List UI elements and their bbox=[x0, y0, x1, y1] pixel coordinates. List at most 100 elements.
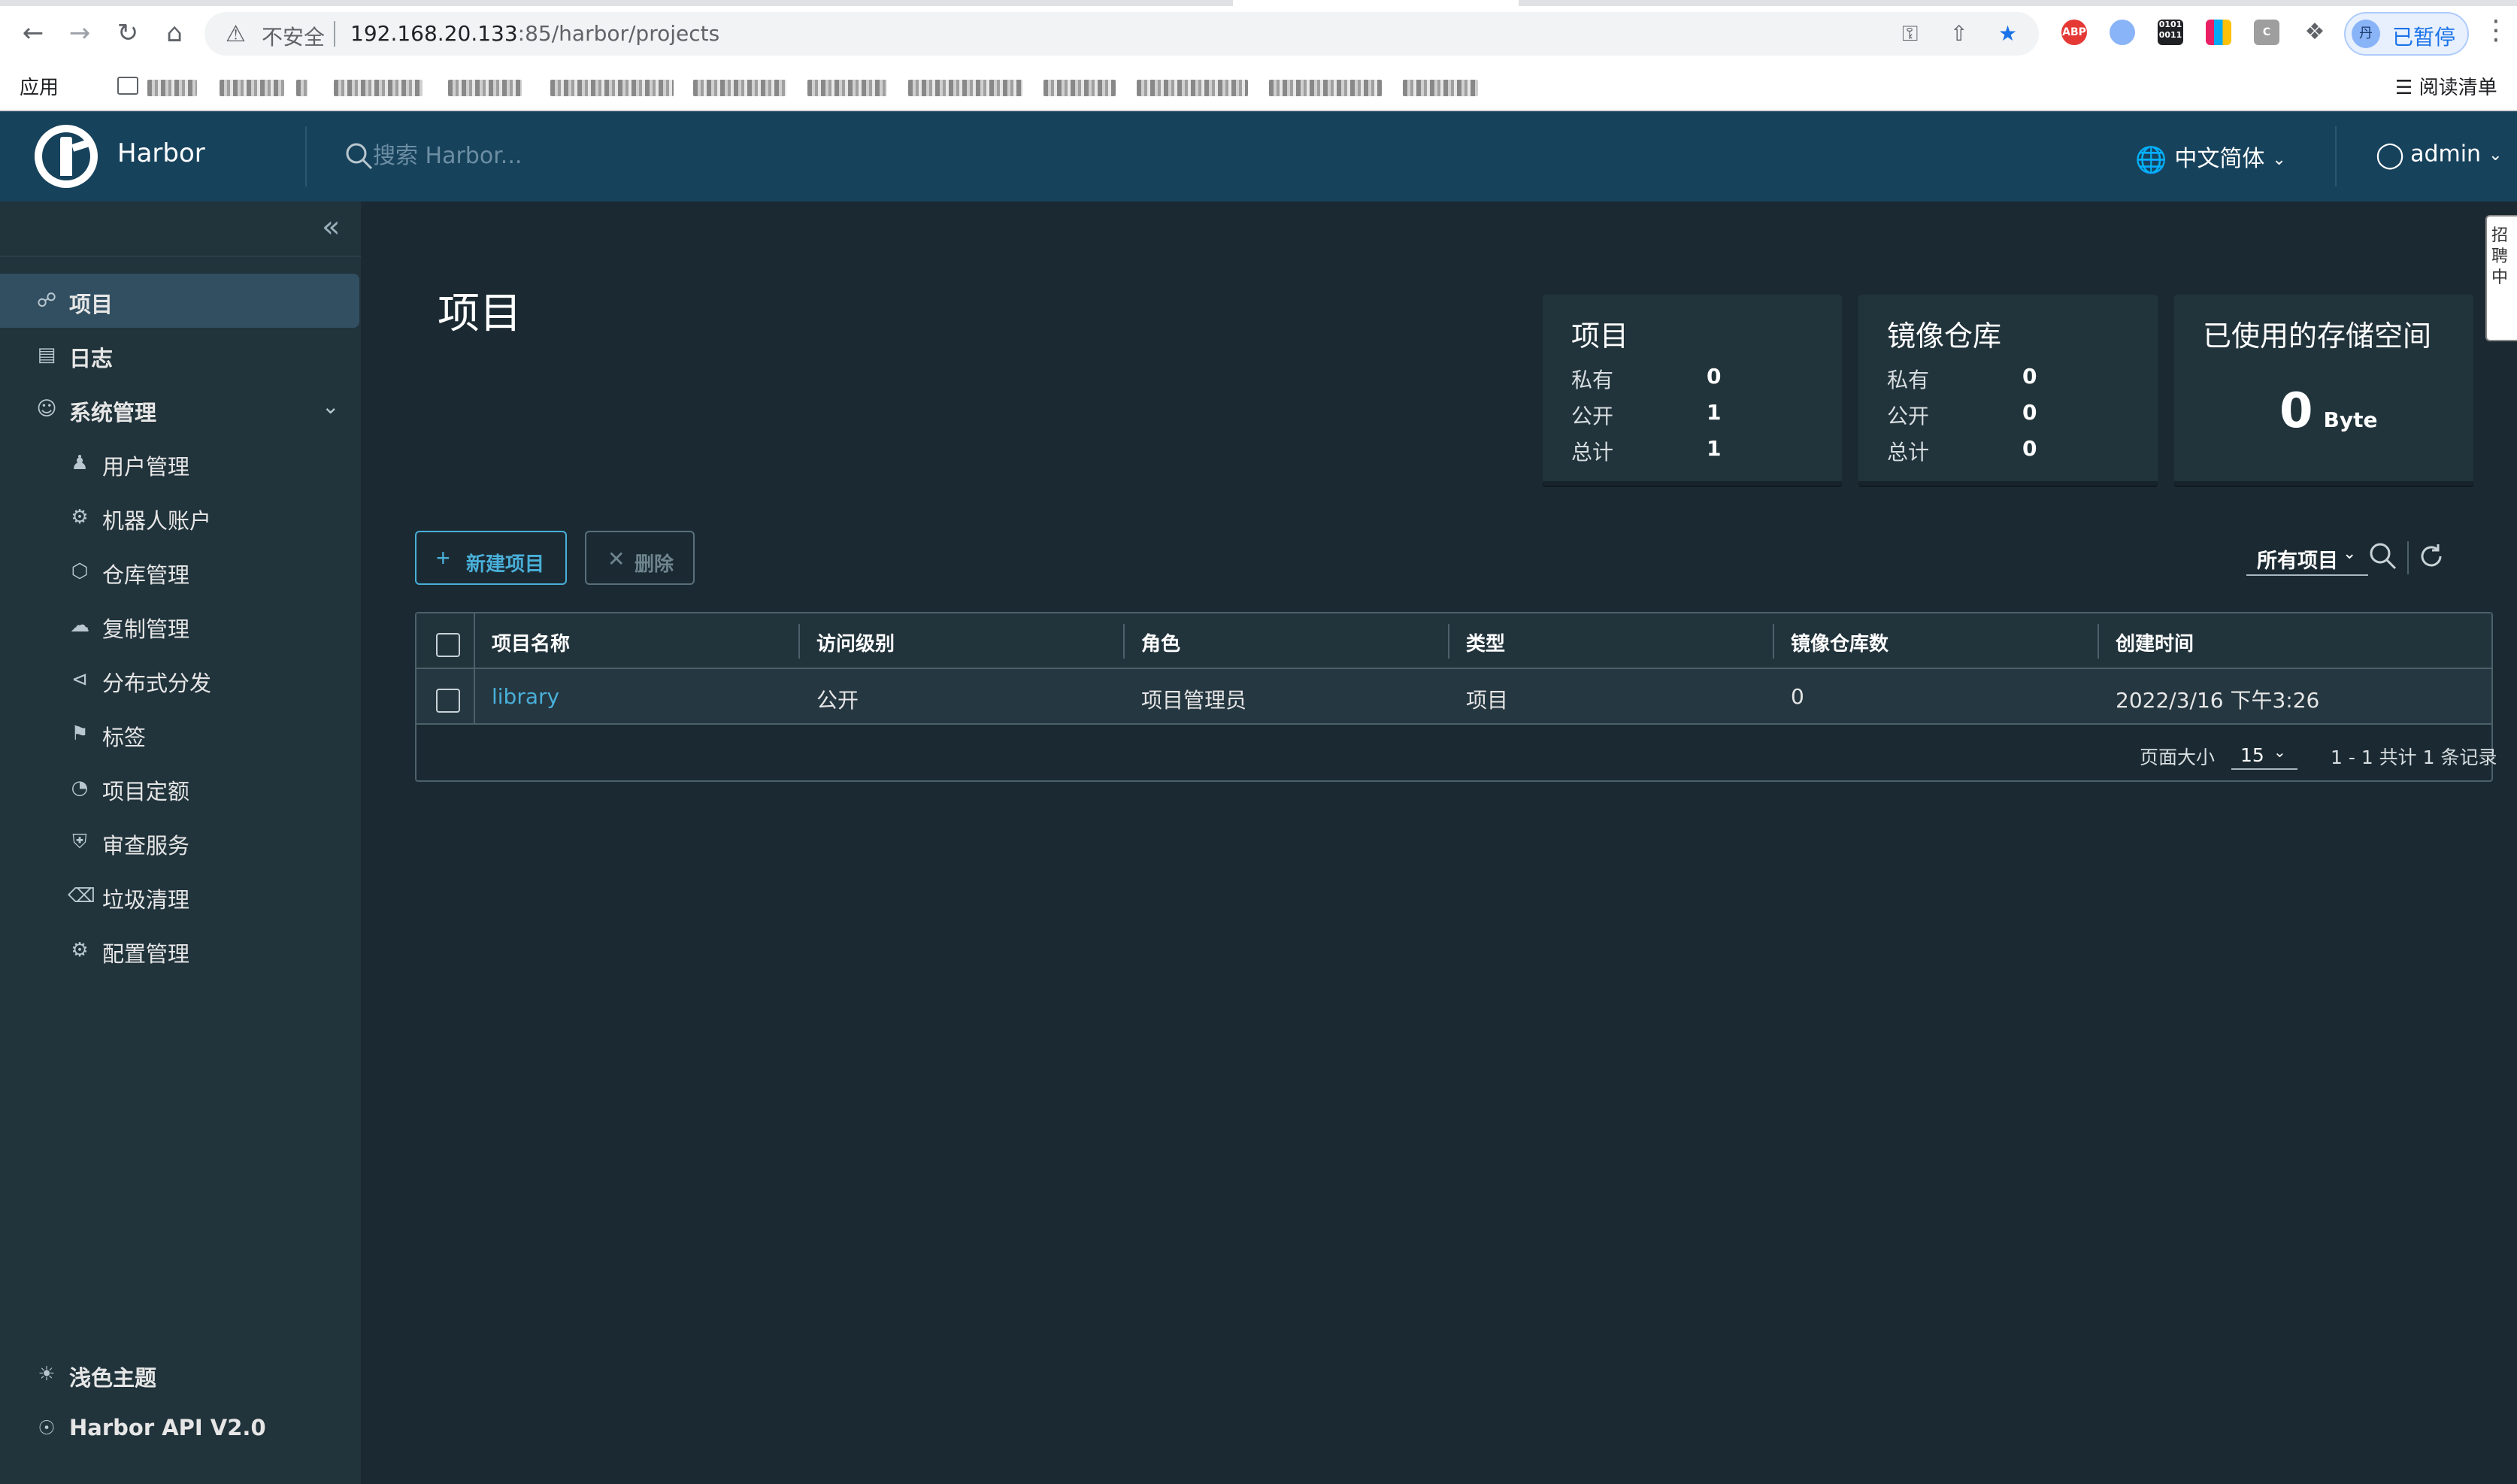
column-header-created[interactable]: 创建时间 bbox=[2116, 628, 2194, 656]
harbor-logo-icon[interactable] bbox=[35, 125, 98, 188]
bookmark-star-icon[interactable]: ★ bbox=[1998, 21, 2017, 46]
header-divider bbox=[305, 126, 307, 186]
c-extension-icon[interactable]: C bbox=[2254, 20, 2279, 45]
api-link[interactable]: ☉ Harbor API V2.0 bbox=[0, 1401, 361, 1455]
share-icon[interactable]: ⇧ bbox=[1950, 21, 1967, 46]
api-icon: ☉ bbox=[38, 1417, 56, 1440]
bookmark-item[interactable] bbox=[147, 80, 197, 96]
toolbar-divider bbox=[2407, 541, 2409, 574]
profile-button[interactable]: 丹 已暂停 bbox=[2344, 12, 2469, 56]
extension-icon[interactable] bbox=[2110, 20, 2135, 45]
column-header-name[interactable]: 项目名称 bbox=[492, 628, 570, 656]
storage-unit: Byte bbox=[2323, 407, 2378, 432]
bookmark-item[interactable] bbox=[334, 80, 423, 96]
card-title: 已使用的存储空间 bbox=[2203, 320, 2432, 353]
row-checkbox[interactable] bbox=[436, 689, 460, 713]
stat-value: 0 bbox=[1707, 364, 1722, 389]
sidebar-item-garbage-collection[interactable]: ⌫ 垃圾清理 bbox=[0, 869, 361, 923]
search-icon[interactable] bbox=[2367, 540, 2400, 573]
column-header-repo-count[interactable]: 镜像仓库数 bbox=[1791, 628, 1889, 656]
filter-value: 所有项目 bbox=[2257, 550, 2338, 573]
sidebar-item-quotas[interactable]: ◔ 项目定额 bbox=[0, 761, 361, 815]
back-icon[interactable]: ← bbox=[18, 18, 48, 48]
bookmark-item[interactable] bbox=[908, 80, 1022, 96]
stat-total: 总计 1 bbox=[1571, 436, 1721, 466]
folder-icon[interactable] bbox=[117, 77, 138, 95]
project-filter-select[interactable]: 所有项目 ⌄ bbox=[2246, 540, 2368, 576]
adblock-extension-icon[interactable]: ABP bbox=[2061, 20, 2087, 45]
browser-menu-icon[interactable]: ⋮ bbox=[2482, 15, 2509, 46]
key-icon[interactable]: ⚿ bbox=[1902, 21, 1918, 47]
column-header-type[interactable]: 类型 bbox=[1466, 628, 1505, 656]
binary-extension-icon[interactable]: 0101 0011 bbox=[2158, 20, 2183, 45]
refresh-icon[interactable] bbox=[2415, 540, 2448, 573]
column-header-role[interactable]: 角色 bbox=[1141, 628, 1180, 656]
sidebar-item-users[interactable]: ♟ 用户管理 bbox=[0, 436, 361, 490]
chevron-down-icon: ⌄ bbox=[2343, 544, 2357, 563]
user-name: admin bbox=[2410, 141, 2482, 168]
bookmark-item[interactable] bbox=[296, 80, 308, 96]
reload-icon[interactable]: ↻ bbox=[113, 18, 143, 48]
projects-icon: ☍ bbox=[36, 289, 57, 312]
language-label: 中文简体 bbox=[2174, 146, 2265, 172]
url-text[interactable]: 192.168.20.133:85/harbor/projects bbox=[350, 21, 719, 46]
reading-list[interactable]: ☰ 阅读清单 bbox=[2395, 72, 2497, 100]
sidebar-item-projects[interactable]: ☍ 项目 bbox=[0, 274, 359, 328]
sidebar-item-labels[interactable]: ⚑ 标签 bbox=[0, 707, 361, 761]
delete-button[interactable]: ✕ 删除 bbox=[585, 531, 695, 585]
search-input[interactable] bbox=[373, 138, 824, 173]
color-extension-icon[interactable] bbox=[2206, 20, 2231, 45]
cell-created-time: 2022/3/16 下午3:26 bbox=[2116, 688, 2320, 713]
stat-total: 总计 0 bbox=[1887, 436, 2037, 466]
cell-repo-count: 0 bbox=[1791, 684, 1804, 709]
page-size-select[interactable]: 15 ⌄ bbox=[2231, 737, 2297, 770]
address-bar[interactable]: ⚠ 不安全 192.168.20.133:85/harbor/projects … bbox=[204, 12, 2039, 56]
user-menu[interactable]: ◯ admin ⌄ bbox=[2376, 140, 2503, 170]
new-project-button[interactable]: + 新建项目 bbox=[415, 531, 567, 585]
bookmark-item[interactable] bbox=[1269, 80, 1382, 96]
collapse-sidebar-icon[interactable]: « bbox=[322, 212, 340, 242]
puzzle-icon[interactable]: ❖ bbox=[2302, 20, 2328, 45]
theme-toggle[interactable]: ☀ 浅色主题 bbox=[0, 1347, 361, 1401]
bookmark-item[interactable] bbox=[1043, 80, 1116, 96]
side-float-tab[interactable]: 招聘中 bbox=[2485, 215, 2517, 341]
page-size-label: 页面大小 bbox=[2140, 747, 2216, 768]
column-header-access[interactable]: 访问级别 bbox=[816, 628, 895, 656]
sidebar-item-registries[interactable]: ⬡ 仓库管理 bbox=[0, 544, 361, 598]
bookmark-item[interactable] bbox=[448, 80, 522, 96]
bookmark-apps[interactable]: 应用 bbox=[20, 72, 456, 705]
bookmark-item[interactable] bbox=[1137, 80, 1248, 96]
language-selector[interactable]: 🌐 中文简体 ⌄ bbox=[2135, 140, 2286, 175]
project-name-link[interactable]: library bbox=[492, 684, 559, 709]
sidebar-item-interrogation-services[interactable]: ⛨ 审查服务 bbox=[0, 815, 361, 869]
home-icon[interactable]: ⌂ bbox=[159, 18, 189, 48]
column-separator bbox=[474, 669, 475, 723]
repositories-summary-card: 镜像仓库 私有 0 公开 0 总计 0 bbox=[1858, 295, 2158, 486]
bookmark-item[interactable] bbox=[550, 80, 674, 96]
sidebar-item-configuration[interactable]: ⚙ 配置管理 bbox=[0, 923, 361, 977]
forward-icon[interactable]: → bbox=[65, 18, 95, 48]
select-all-checkbox[interactable] bbox=[436, 633, 460, 657]
sidebar-item-logs[interactable]: ▤ 日志 bbox=[0, 328, 361, 382]
distribution-icon: ⊲ bbox=[71, 668, 88, 691]
bookmark-item[interactable] bbox=[807, 80, 887, 96]
chevron-down-icon: ⌄ bbox=[2488, 145, 2503, 165]
table-row[interactable]: library 公开 项目管理员 项目 0 2022/3/16 下午3:26 bbox=[416, 669, 2491, 725]
reading-list-icon: ☰ bbox=[2395, 77, 2419, 99]
sidebar-item-label: 项目定额 bbox=[102, 779, 190, 804]
sidebar-item-administration[interactable]: ☺ 系统管理 ⌄ bbox=[0, 382, 361, 436]
bookmark-item[interactable] bbox=[693, 80, 786, 96]
sidebar-item-label: 机器人账户 bbox=[102, 508, 212, 534]
sidebar-item-distributions[interactable]: ⊲ 分布式分发 bbox=[0, 653, 361, 707]
bookmark-item[interactable] bbox=[220, 80, 284, 96]
sidebar-item-label: 仓库管理 bbox=[102, 562, 190, 588]
side-tab-label: 招聘中 bbox=[2491, 226, 2509, 287]
sidebar-item-robot-accounts[interactable]: ⚙ 机器人账户 bbox=[0, 490, 361, 544]
bookmark-item[interactable] bbox=[1403, 80, 1478, 96]
storage-number: 0 bbox=[2279, 383, 2313, 439]
brand-name[interactable]: Harbor bbox=[117, 138, 205, 168]
table-header: 项目名称 访问级别 角色 类型 镜像仓库数 创建时间 bbox=[416, 613, 2491, 669]
sidebar-divider bbox=[0, 256, 361, 257]
sidebar-item-replications[interactable]: ☁ 复制管理 bbox=[0, 598, 361, 653]
stat-label: 总计 bbox=[1571, 440, 1614, 465]
